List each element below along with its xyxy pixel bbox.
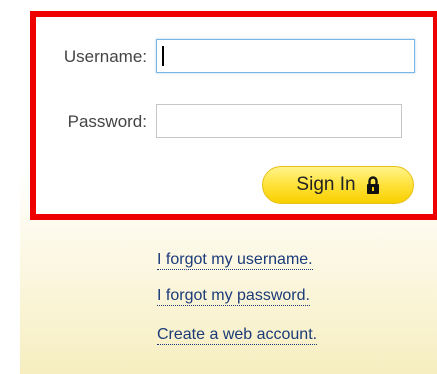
sign-in-label: Sign In [296,174,356,195]
sign-in-button[interactable]: Sign In [262,166,414,204]
username-input[interactable] [156,39,415,73]
lock-icon [366,175,380,195]
forgot-password-link[interactable]: I forgot my password. [157,287,310,306]
create-account-link[interactable]: Create a web account. [157,326,318,345]
password-input[interactable] [156,104,402,138]
password-label: Password: [67,112,147,131]
username-label: Username: [63,47,147,66]
forgot-username-link[interactable]: I forgot my username. [157,251,313,270]
text-cursor [162,46,164,66]
